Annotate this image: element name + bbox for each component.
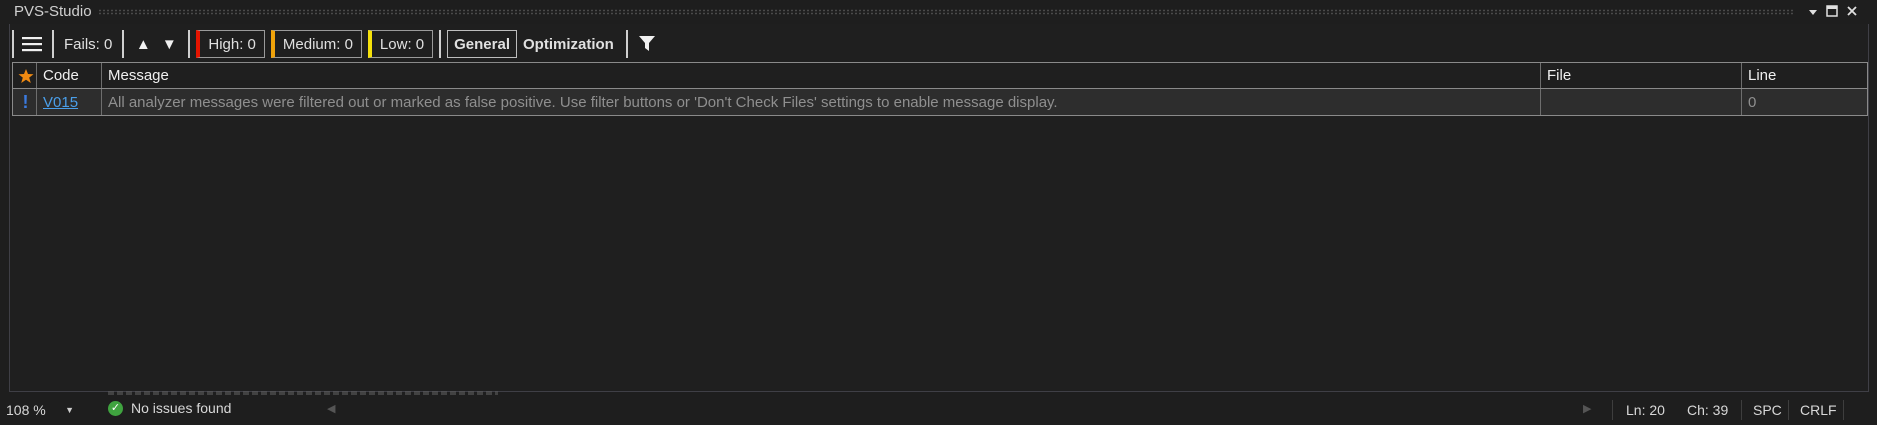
chevron-down-icon: ▼ <box>65 405 74 415</box>
toolbar-separator <box>122 30 125 58</box>
message-code-link[interactable]: V015 <box>43 94 78 111</box>
fails-counter[interactable]: Fails: 0 <box>60 30 116 58</box>
zoom-dropdown[interactable]: 108 % ▼ <box>6 400 78 420</box>
messages-grid: Code Message File Line ! V015 All analyz… <box>12 62 1868 116</box>
dropdown-icon[interactable] <box>1803 2 1823 22</box>
info-icon: ! <box>13 89 37 115</box>
message-text-cell: All analyzer messages were filtered out … <box>102 89 1541 115</box>
code-column-header[interactable]: Code <box>37 63 102 88</box>
line-column-header[interactable]: Line <box>1742 63 1867 88</box>
general-category-button[interactable]: General <box>447 30 517 58</box>
line-indicator[interactable]: Ln: 20 <box>1626 400 1665 420</box>
next-message-button[interactable]: ▼ <box>156 30 182 58</box>
scroll-left-icon[interactable]: ◀ <box>327 402 335 415</box>
zoom-level: 108 % <box>6 402 46 418</box>
line-cell: 0 <box>1748 93 1757 111</box>
issues-indicator[interactable]: ✓ No issues found <box>108 400 231 416</box>
star-icon <box>18 68 33 83</box>
toolbar-separator <box>12 30 14 58</box>
toolbar-separator <box>52 30 54 58</box>
status-bar: 108 % ▼ ✓ No issues found ◀ ▶ Ln: 20 Ch:… <box>0 395 1877 425</box>
maximize-icon[interactable] <box>1822 2 1842 22</box>
low-level-filter-button[interactable]: Low: 0 <box>367 30 434 58</box>
table-row[interactable]: ! V015 All analyzer messages were filter… <box>13 89 1867 115</box>
favorite-column-header[interactable] <box>13 63 37 88</box>
status-divider <box>1741 400 1742 420</box>
toolbar-separator <box>188 30 191 58</box>
file-column-header[interactable]: File <box>1541 63 1742 88</box>
close-icon[interactable] <box>1842 2 1862 22</box>
column-indicator[interactable]: Ch: 39 <box>1687 400 1728 420</box>
funnel-icon[interactable] <box>634 30 660 58</box>
window-title: PVS-Studio <box>14 3 92 20</box>
grid-header: Code Message File Line <box>13 63 1867 89</box>
status-divider <box>1612 400 1613 420</box>
line-ending-indicator[interactable]: CRLF <box>1800 400 1837 420</box>
status-divider <box>1843 400 1844 420</box>
title-bar: PVS-Studio <box>0 0 1877 24</box>
medium-level-filter-button[interactable]: Medium: 0 <box>270 30 362 58</box>
check-circle-icon: ✓ <box>108 400 123 416</box>
title-grip[interactable] <box>98 9 1795 15</box>
status-divider <box>1788 400 1789 420</box>
high-level-filter-button[interactable]: High: 0 <box>196 30 265 58</box>
toolbar: Fails: 0 ▲ ▼ High: 0 Medium: 0 Low: 0 Ge… <box>12 28 660 60</box>
whitespace-indicator[interactable]: SPC <box>1753 400 1782 420</box>
hamburger-menu-icon[interactable] <box>20 30 46 58</box>
file-cell <box>1541 89 1742 115</box>
toolbar-separator <box>625 30 628 58</box>
toolbar-separator <box>439 30 442 58</box>
previous-message-button[interactable]: ▲ <box>130 30 156 58</box>
message-code-cell: V015 <box>37 89 102 115</box>
optimization-category-button[interactable]: Optimization <box>517 30 620 58</box>
issues-text: No issues found <box>131 400 232 416</box>
message-column-header[interactable]: Message <box>102 63 1541 88</box>
scroll-right-icon[interactable]: ▶ <box>1583 402 1591 415</box>
